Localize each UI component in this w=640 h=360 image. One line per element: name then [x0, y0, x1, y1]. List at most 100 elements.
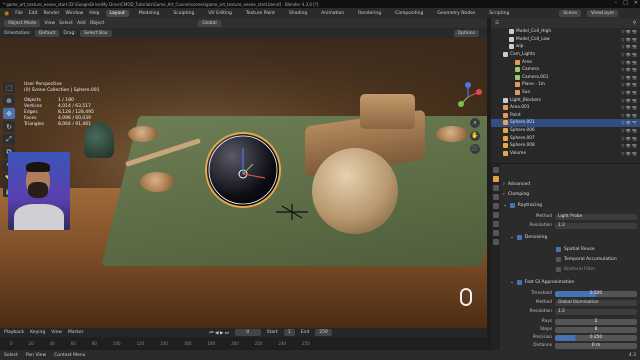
- workspace-tab-texture-paint[interactable]: Texture Paint: [242, 10, 279, 17]
- camera-view-icon[interactable]: 🎥: [470, 144, 480, 154]
- outliner-item[interactable]: Model_Coll_High ▽ 👁 📷: [491, 28, 640, 36]
- selected-glass-sphere[interactable]: [207, 134, 279, 206]
- pan-hand-icon[interactable]: ✋: [470, 131, 480, 141]
- workspace-tab-sculpting[interactable]: Sculpting: [169, 10, 198, 17]
- visibility-toggles-icon[interactable]: ▽ 👁 📷: [621, 136, 637, 141]
- keying-menu[interactable]: Keying: [30, 330, 45, 335]
- workspace-tab-modeling[interactable]: Modeling: [135, 10, 163, 17]
- fast-gi-checkbox[interactable]: [516, 279, 522, 285]
- minimize-button[interactable]: –: [615, 0, 618, 6]
- steps-field[interactable]: 8: [555, 326, 637, 333]
- menu-edit[interactable]: Edit: [29, 11, 38, 16]
- outliner-item[interactable]: Volume ▽ 👁 📷: [491, 150, 640, 158]
- visibility-toggles-icon[interactable]: ▽ 👁 📷: [621, 44, 637, 49]
- menu-help[interactable]: Help: [89, 11, 99, 16]
- outliner-item[interactable]: Camera.001 ▽ 👁 📷: [491, 74, 640, 82]
- select-menu[interactable]: Select: [59, 21, 73, 26]
- temporal-accumulation-option[interactable]: Temporal Accumulation: [556, 255, 640, 263]
- view-layer-tab-icon[interactable]: [492, 194, 499, 200]
- outliner-item[interactable]: Sphere.001 ▽ 👁 📷: [491, 119, 640, 127]
- end-frame[interactable]: 250: [315, 329, 332, 336]
- material-tab-icon[interactable]: [492, 239, 499, 245]
- raytracing-method-dropdown[interactable]: Light Probe: [555, 213, 637, 220]
- maximize-button[interactable]: □: [623, 0, 628, 6]
- visibility-toggles-icon[interactable]: ▽ 👁 📷: [621, 60, 637, 65]
- section-clamping[interactable]: › Clamping: [503, 190, 637, 198]
- timeline-ruler[interactable]: 0 20 40 60 80 100 120 140 160 180 200 22…: [0, 337, 487, 349]
- visibility-toggles-icon[interactable]: ▽ 👁 📷: [621, 128, 637, 133]
- visibility-toggles-icon[interactable]: ▽ 👁 📷: [621, 37, 637, 42]
- outliner-item[interactable]: Cam_Lights ▽ 👁 📷: [491, 51, 640, 59]
- outliner-item[interactable]: Plane - 1m ▽ 👁 📷: [491, 81, 640, 89]
- raytracing-checkbox[interactable]: [509, 202, 515, 208]
- menu-render[interactable]: Render: [44, 11, 60, 16]
- section-fast-gi[interactable]: ⌄ Fast GI Approximation: [510, 278, 640, 286]
- workspace-tab-uv-editing[interactable]: UV Editing: [204, 10, 235, 17]
- outliner-item[interactable]: Sphere.006 ▽ 👁 📷: [491, 127, 640, 135]
- visibility-toggles-icon[interactable]: ▽ 👁 📷: [621, 105, 637, 110]
- navigation-gizmo[interactable]: [453, 82, 483, 112]
- section-raytracing[interactable]: ⌄ Raytracing: [503, 201, 637, 209]
- visibility-toggles-icon[interactable]: ▽ 👁 📷: [621, 67, 637, 72]
- add-menu[interactable]: Add: [77, 21, 86, 26]
- workspace-tab-geometry-nodes[interactable]: Geometry Nodes: [433, 10, 479, 17]
- outliner-item[interactable]: Light_Blockers ▽ 👁 📷: [491, 96, 640, 104]
- playback-menu[interactable]: Playback: [4, 330, 24, 335]
- threshold-slider[interactable]: 0.500: [555, 290, 637, 297]
- current-frame[interactable]: 0: [234, 329, 261, 336]
- rays-field[interactable]: 2: [555, 318, 637, 325]
- playback-controls-icon[interactable]: ⏮ ◀ ▶ ⏭: [209, 330, 228, 336]
- object-menu[interactable]: Object: [90, 21, 105, 26]
- visibility-toggles-icon[interactable]: ▽ 👁 📷: [621, 75, 637, 80]
- outliner-item[interactable]: Point ▽ 👁 📷: [491, 112, 640, 120]
- outliner-item[interactable]: wip ▽ 👁 📷: [491, 43, 640, 51]
- workspace-tab-shading[interactable]: Shading: [285, 10, 311, 17]
- bilateral-filter-option[interactable]: Bilateral Filter: [556, 265, 640, 273]
- timeline-view-menu[interactable]: View: [51, 330, 62, 335]
- start-frame[interactable]: 1: [283, 329, 295, 336]
- workspace-tab-layout[interactable]: Layout: [105, 9, 129, 17]
- spatial-reuse-option[interactable]: Spatial Reuse: [556, 245, 640, 253]
- scene-selector[interactable]: Scene: [559, 9, 582, 17]
- visibility-toggles-icon[interactable]: ▽ 👁 📷: [621, 52, 637, 57]
- visibility-toggles-icon[interactable]: ▽ 👁 📷: [621, 143, 637, 148]
- workspace-tab-animation[interactable]: Animation: [317, 10, 348, 17]
- drag-dropdown[interactable]: Select Box: [79, 29, 112, 37]
- move-tool-icon[interactable]: ✥: [3, 108, 15, 119]
- blender-logo-icon[interactable]: ◉: [4, 10, 9, 17]
- mode-dropdown[interactable]: Object Mode: [4, 19, 41, 27]
- section-advanced[interactable]: › Advanced: [503, 180, 637, 188]
- outliner-item[interactable]: Sphere.008 ▽ 👁 📷: [491, 142, 640, 150]
- workspace-tab-rendering[interactable]: Rendering: [354, 10, 385, 17]
- output-tab-icon[interactable]: [492, 185, 499, 191]
- marker-menu[interactable]: Marker: [68, 330, 84, 335]
- 3d-viewport[interactable]: ⬚ ⊕ ✥ ↻ ⤢ ⧉ ✎ 📏 ▣ User Perspective (0) S…: [0, 38, 487, 328]
- visibility-toggles-icon[interactable]: ▽ 👁 📷: [621, 120, 637, 125]
- section-denoising[interactable]: ⌄ Denoising: [510, 233, 640, 241]
- scale-tool-icon[interactable]: ⤢: [3, 134, 15, 145]
- orientation-dropdown[interactable]: Default: [34, 29, 60, 37]
- menu-window[interactable]: Window: [66, 11, 84, 16]
- transform-gizmo-icon[interactable]: [207, 134, 279, 206]
- gi-method-dropdown[interactable]: Global Illumination: [555, 299, 637, 306]
- visibility-toggles-icon[interactable]: ▽ 👁 📷: [621, 98, 637, 103]
- zoom-icon[interactable]: ⌕: [470, 118, 480, 128]
- outliner-item[interactable]: Area.001 ▽ 👁 📷: [491, 104, 640, 112]
- spatial-reuse-checkbox[interactable]: [556, 246, 561, 252]
- render-tab-icon[interactable]: [492, 176, 499, 182]
- options-dropdown[interactable]: Options: [453, 29, 479, 37]
- visibility-toggles-icon[interactable]: ▽ 👁 📷: [621, 90, 637, 95]
- precision-slider[interactable]: 0.250: [555, 334, 637, 341]
- visibility-toggles-icon[interactable]: ▽ 👁 📷: [621, 29, 637, 34]
- raytracing-resolution-dropdown[interactable]: 1:2: [555, 222, 637, 229]
- light-object[interactable]: [272, 202, 312, 222]
- filter-icon[interactable]: ⚲: [633, 21, 636, 26]
- workspace-tab-compositing[interactable]: Compositing: [391, 10, 427, 17]
- outliner-item[interactable]: Camera ▽ 👁 📷: [491, 66, 640, 74]
- outliner-item[interactable]: Model_Coll_Low ▽ 👁 📷: [491, 36, 640, 44]
- cursor-tool-icon[interactable]: ⊕: [3, 95, 15, 106]
- outliner-editor-icon[interactable]: ☰: [495, 21, 499, 26]
- visibility-toggles-icon[interactable]: ▽ 👁 📷: [621, 113, 637, 118]
- denoising-checkbox[interactable]: [516, 234, 522, 240]
- transform-orientation-dropdown[interactable]: Global: [198, 19, 221, 27]
